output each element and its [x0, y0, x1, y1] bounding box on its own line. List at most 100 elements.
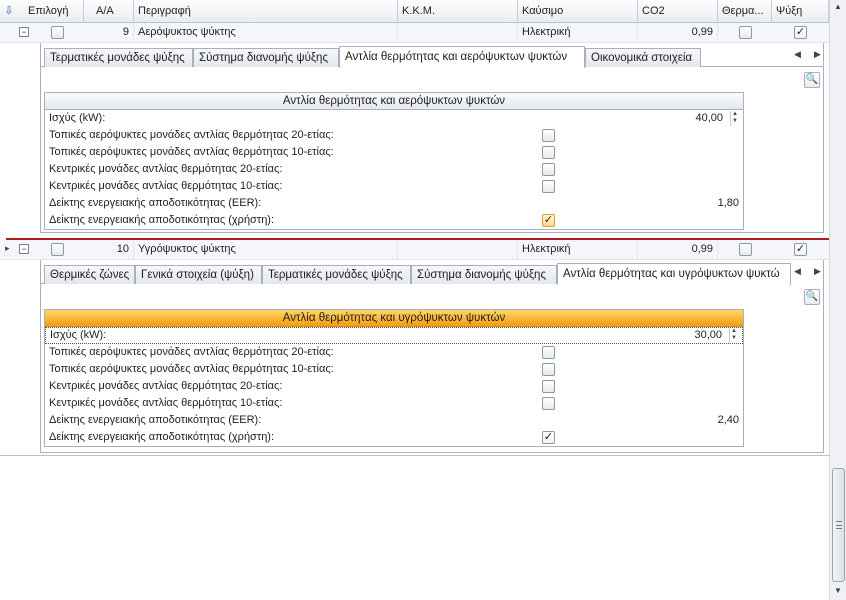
tab-thermal-zones[interactable]: Θερμικές ζώνες: [44, 265, 135, 284]
power-value[interactable]: 40,00: [695, 110, 723, 127]
column-header-co2[interactable]: CO2: [638, 0, 718, 22]
row-description[interactable]: Υγρόψυκτος ψύκτης: [134, 240, 398, 259]
tab-heat-pump[interactable]: Αντλία θερμότητας και αερόψυκτων ψυκτών: [339, 46, 585, 68]
eer-label: Δείκτης ενεργειακής αποδοτικότητας (EER)…: [49, 197, 262, 209]
sort-arrow-icon[interactable]: ⇩: [2, 4, 16, 18]
option-checkbox[interactable]: [542, 346, 555, 359]
option-checkbox[interactable]: [542, 397, 555, 410]
option-checkbox[interactable]: [542, 180, 555, 193]
heating-checkbox[interactable]: [739, 26, 752, 39]
tab-scroll-right-icon[interactable]: ▶: [814, 49, 821, 60]
user-label: Δείκτης ενεργειακής αποδοτικότητας (χρήσ…: [49, 431, 275, 443]
tab-terminal-units[interactable]: Τερματικές μονάδες ψύξης: [262, 265, 411, 284]
scroll-up-icon[interactable]: ▲: [834, 2, 842, 11]
column-header-heating[interactable]: Θερμα...: [718, 0, 772, 22]
column-header-fuel[interactable]: Καύσιμο: [518, 0, 638, 22]
tab-heat-pump[interactable]: Αντλία θερμότητας και υγρόψυκτων ψυκτώ: [557, 263, 791, 285]
table-row[interactable]: ▸ − 10 Υγρόψυκτος ψύκτης Ηλεκτρική 0,99 …: [0, 240, 829, 260]
find-icon[interactable]: 🔍: [804, 289, 820, 305]
row-description[interactable]: Αερόψυκτος ψύκτης: [134, 23, 398, 42]
tab-scroll-left-icon[interactable]: ◀: [794, 266, 801, 277]
option-checkbox[interactable]: [542, 363, 555, 376]
row-indicator-icon: ▸: [5, 243, 10, 253]
tab-scroll-right-icon[interactable]: ▶: [814, 266, 821, 277]
row-fuel[interactable]: Ηλεκτρική: [518, 23, 638, 42]
row-fuel[interactable]: Ηλεκτρική: [518, 240, 638, 259]
option-row: Κεντρικές μονάδες αντλίας θερμότητας 10-…: [45, 178, 743, 195]
user-row: Δείκτης ενεργειακής αποδοτικότητας (χρήσ…: [45, 429, 743, 446]
column-header-kkm[interactable]: Κ.Κ.Μ.: [398, 0, 518, 22]
form-title: Αντλία θερμότητας και αερόψυκτων ψυκτών: [45, 93, 743, 110]
grid-header: ⇩ Επιλογή Α/Α Περιγραφή Κ.Κ.Μ. Καύσιμο C…: [0, 0, 829, 23]
spin-updown-icon[interactable]: ▲ ▼: [729, 328, 738, 343]
row-co2[interactable]: 0,99: [638, 23, 718, 42]
grid-bottom-border: [0, 455, 829, 456]
scrollbar-thumb[interactable]: [832, 468, 845, 582]
tab-financial[interactable]: Οικονομικά στοιχεία: [585, 48, 701, 67]
collapse-icon[interactable]: −: [19, 27, 29, 37]
power-label: Ισχύς (kW):: [49, 112, 106, 124]
table-row[interactable]: − 9 Αερόψυκτος ψύκτης Ηλεκτρική 0,99 ✓: [0, 23, 829, 43]
option-row: Τοπικές αερόψυκτες μονάδες αντλίας θερμό…: [45, 144, 743, 161]
user-row: Δείκτης ενεργειακής αποδοτικότητας (χρήσ…: [45, 212, 743, 229]
cooling-checkbox[interactable]: ✓: [794, 243, 807, 256]
eer-value[interactable]: 1,80: [718, 195, 739, 212]
row-co2[interactable]: 0,99: [638, 240, 718, 259]
vertical-scrollbar[interactable]: ▲ ▼: [829, 0, 846, 600]
find-icon[interactable]: 🔍: [804, 72, 820, 88]
option-label: Κεντρικές μονάδες αντλίας θερμότητας 10-…: [49, 397, 283, 409]
option-checkbox[interactable]: [542, 146, 555, 159]
form-title: Αντλία θερμότητας και υγρόψυκτων ψυκτών: [45, 310, 743, 327]
option-label: Τοπικές αερόψυκτες μονάδες αντλίας θερμό…: [49, 363, 334, 375]
user-checkbox[interactable]: ✓: [542, 431, 555, 444]
tab-terminal-units[interactable]: Τερματικές μονάδες ψύξης: [44, 48, 193, 67]
eer-value[interactable]: 2,40: [718, 412, 739, 429]
power-label: Ισχύς (kW):: [50, 329, 107, 341]
tab-scroll-left-icon[interactable]: ◀: [794, 49, 801, 60]
eer-row: Δείκτης ενεργειακής αποδοτικότητας (EER)…: [45, 195, 743, 212]
option-row: Τοπικές αερόψυκτες μονάδες αντλίας θερμό…: [45, 361, 743, 378]
option-label: Κεντρικές μονάδες αντλίας θερμότητας 20-…: [49, 380, 283, 392]
tab-strip: Τερματικές μονάδες ψύξης Σύστημα διανομή…: [41, 46, 823, 68]
power-row[interactable]: Ισχύς (kW): 40,00 ▲ ▼: [45, 110, 743, 127]
option-checkbox[interactable]: [542, 380, 555, 393]
cooling-checkbox[interactable]: ✓: [794, 26, 807, 39]
collapse-icon[interactable]: −: [19, 244, 29, 254]
option-label: Τοπικές αερόψυκτες μονάδες αντλίας θερμό…: [49, 346, 334, 358]
grip-icon: [836, 521, 842, 529]
row-index: 9: [84, 23, 134, 42]
option-row: Κεντρικές μονάδες αντλίας θερμότητας 10-…: [45, 395, 743, 412]
option-checkbox[interactable]: [542, 163, 555, 176]
tab-distribution[interactable]: Σύστημα διανομής ψύξης: [193, 48, 339, 67]
option-label: Τοπικές αερόψυκτες μονάδες αντλίας θερμό…: [49, 146, 334, 158]
column-header-cooling[interactable]: Ψύξη: [772, 0, 829, 22]
user-checkbox[interactable]: ✓: [542, 214, 555, 227]
option-row: Κεντρικές μονάδες αντλίας θερμότητας 20-…: [45, 161, 743, 178]
option-label: Τοπικές αερόψυκτες μονάδες αντλίας θερμό…: [49, 129, 334, 141]
column-header-select[interactable]: Επιλογή: [24, 0, 84, 22]
row-kkm[interactable]: [398, 240, 518, 259]
user-label: Δείκτης ενεργειακής αποδοτικότητας (χρήσ…: [49, 214, 275, 226]
column-header-description[interactable]: Περιγραφή: [134, 0, 398, 22]
row-kkm[interactable]: [398, 23, 518, 42]
eer-label: Δείκτης ενεργειακής αποδοτικότητας (EER)…: [49, 414, 262, 426]
row-index: 10: [84, 240, 134, 259]
eer-row: Δείκτης ενεργειακής αποδοτικότητας (EER)…: [45, 412, 743, 429]
option-row: Τοπικές αερόψυκτες μονάδες αντλίας θερμό…: [45, 344, 743, 361]
option-row: Κεντρικές μονάδες αντλίας θερμότητας 20-…: [45, 378, 743, 395]
scroll-down-icon[interactable]: ▼: [834, 586, 842, 595]
option-label: Κεντρικές μονάδες αντλίας θερμότητας 20-…: [49, 163, 283, 175]
heat-pump-form: Αντλία θερμότητας και υγρόψυκτων ψυκτών …: [44, 309, 744, 447]
tab-general-cooling[interactable]: Γενικά στοιχεία (ψύξη): [135, 265, 262, 284]
tab-distribution[interactable]: Σύστημα διανομής ψύξης: [411, 265, 557, 284]
spin-updown-icon[interactable]: ▲ ▼: [730, 111, 739, 126]
option-checkbox[interactable]: [542, 129, 555, 142]
tab-strip: Θερμικές ζώνες Γενικά στοιχεία (ψύξη) Τε…: [41, 263, 791, 285]
power-value[interactable]: 30,00: [694, 328, 722, 343]
option-row: Τοπικές αερόψυκτες μονάδες αντλίας θερμό…: [45, 127, 743, 144]
select-checkbox[interactable]: [51, 26, 64, 39]
power-row[interactable]: Ισχύς (kW): 30,00 ▲ ▼: [45, 327, 743, 344]
select-checkbox[interactable]: [51, 243, 64, 256]
column-header-index[interactable]: Α/Α: [84, 0, 134, 22]
heating-checkbox[interactable]: [739, 243, 752, 256]
